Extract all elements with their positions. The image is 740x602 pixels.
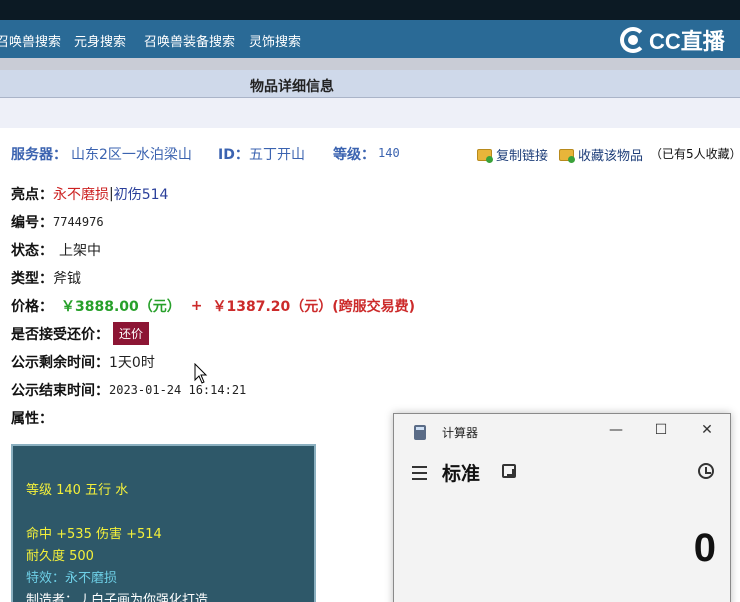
copy-link-label: 复制链接: [496, 149, 549, 164]
cc-live-logo[interactable]: CC直播: [620, 26, 725, 54]
highlight-red-text: 永不磨损: [53, 187, 109, 203]
type-row: 类型： 斧钺: [11, 268, 81, 288]
highlight-row: 亮点： 永不磨损 | 初伤514: [11, 184, 168, 204]
attributes-panel: 等级 140 五行 水 命中 +535 伤害 +514 耐久度 500 特效：永…: [11, 444, 316, 602]
status-label: 状态：: [11, 243, 53, 259]
favorite-count-note: （已有5人收藏）: [650, 147, 740, 161]
nav-pet-equipment-search[interactable]: 召唤兽装备搜索: [144, 31, 235, 50]
counter-offer-row: 是否接受还价： 还价: [11, 322, 150, 345]
attr-durability: 耐久度 500: [26, 549, 94, 564]
hamburger-menu-icon[interactable]: [412, 466, 427, 484]
remaining-time-row: 公示剩余时间： 1天0时: [11, 352, 155, 372]
mouse-cursor-icon: [194, 363, 208, 384]
price-label: 价格：: [11, 299, 53, 315]
calculator-display: 0: [693, 526, 716, 570]
copy-link-button[interactable]: 复制链接: [477, 145, 548, 164]
logo-text: CC直播: [649, 29, 725, 54]
keep-on-top-icon[interactable]: [502, 464, 516, 478]
sub-bar: [0, 98, 740, 128]
attr-hit-damage: 命中 +535 伤害 +514: [26, 527, 162, 542]
favorite-label: 收藏该物品: [578, 149, 644, 164]
id-value: 五丁开山: [249, 147, 305, 163]
page-title: 物品详细信息: [250, 79, 334, 95]
attributes-label: 属性：: [11, 411, 53, 427]
copy-link-icon: [477, 148, 493, 163]
close-button[interactable]: ✕: [697, 422, 717, 438]
favorite-icon: [559, 148, 575, 163]
attr-maker: 制造者：丿白子画为你强化打造: [26, 593, 209, 602]
status-value: 上架中: [59, 243, 101, 259]
price-plus: +: [190, 298, 203, 314]
attr-level-element: 等级 140 五行 水: [26, 483, 129, 498]
calculator-title: 计算器: [442, 426, 479, 440]
attr-special-effect: 特效：永不磨损: [26, 571, 118, 586]
price-row: 价格： ￥3888.00（元） + ￥1387.20（元）(跨服交易费): [11, 296, 415, 316]
server-label: 服务器：: [11, 147, 67, 163]
title-bar: 物品详细信息: [0, 70, 740, 98]
level-label: 等级：: [333, 147, 375, 163]
cc-logo-icon: [620, 27, 646, 53]
favorite-button[interactable]: 收藏该物品: [559, 145, 643, 164]
number-label: 编号：: [11, 215, 53, 231]
remaining-time-value: 1天0时: [109, 355, 155, 371]
calculator-app-icon: [414, 425, 426, 440]
minimize-button[interactable]: —: [606, 422, 626, 438]
history-icon[interactable]: [698, 463, 714, 479]
end-time-label: 公示结束时间：: [11, 383, 109, 399]
type-label: 类型：: [11, 271, 53, 287]
level-value: 140: [378, 146, 400, 160]
item-info-row: 服务器： 山东2区一水泊梁山 ID： 五丁开山 等级： 140 复制链接 收藏该…: [0, 142, 740, 164]
number-value: 7744976: [53, 215, 104, 229]
attributes-row: 属性：: [11, 408, 53, 428]
counter-offer-button[interactable]: 还价: [113, 322, 150, 345]
id-label: ID：: [218, 147, 249, 163]
end-time-value: 2023-01-24 16:14:21: [109, 383, 247, 397]
counter-offer-label: 是否接受还价：: [11, 326, 109, 343]
number-row: 编号： 7744976: [11, 212, 104, 232]
end-time-row: 公示结束时间： 2023-01-24 16:14:21: [11, 380, 246, 400]
server-value: 山东2区一水泊梁山: [71, 147, 192, 163]
type-value: 斧钺: [53, 271, 81, 287]
calculator-window: 计算器 — ☐ ✕ 标准 0: [393, 413, 731, 602]
price-main: ￥3888.00（元）: [61, 299, 181, 315]
nav-yuanshen-search[interactable]: 元身搜索: [74, 31, 126, 50]
calculator-mode-title: 标准: [442, 463, 481, 485]
remaining-time-label: 公示剩余时间：: [11, 355, 109, 371]
grey-divider: [0, 58, 740, 70]
top-strip: [0, 0, 740, 20]
nav-pet-search[interactable]: 召唤兽搜索: [0, 31, 61, 50]
status-row: 状态： 上架中: [11, 240, 101, 260]
price-fee: ￥1387.20（元）(跨服交易费): [212, 299, 416, 315]
highlight-label: 亮点：: [11, 187, 53, 203]
highlight-blue-text: 初伤514: [113, 187, 169, 203]
maximize-button[interactable]: ☐: [651, 422, 671, 438]
nav-ornament-search[interactable]: 灵饰搜索: [249, 31, 301, 50]
